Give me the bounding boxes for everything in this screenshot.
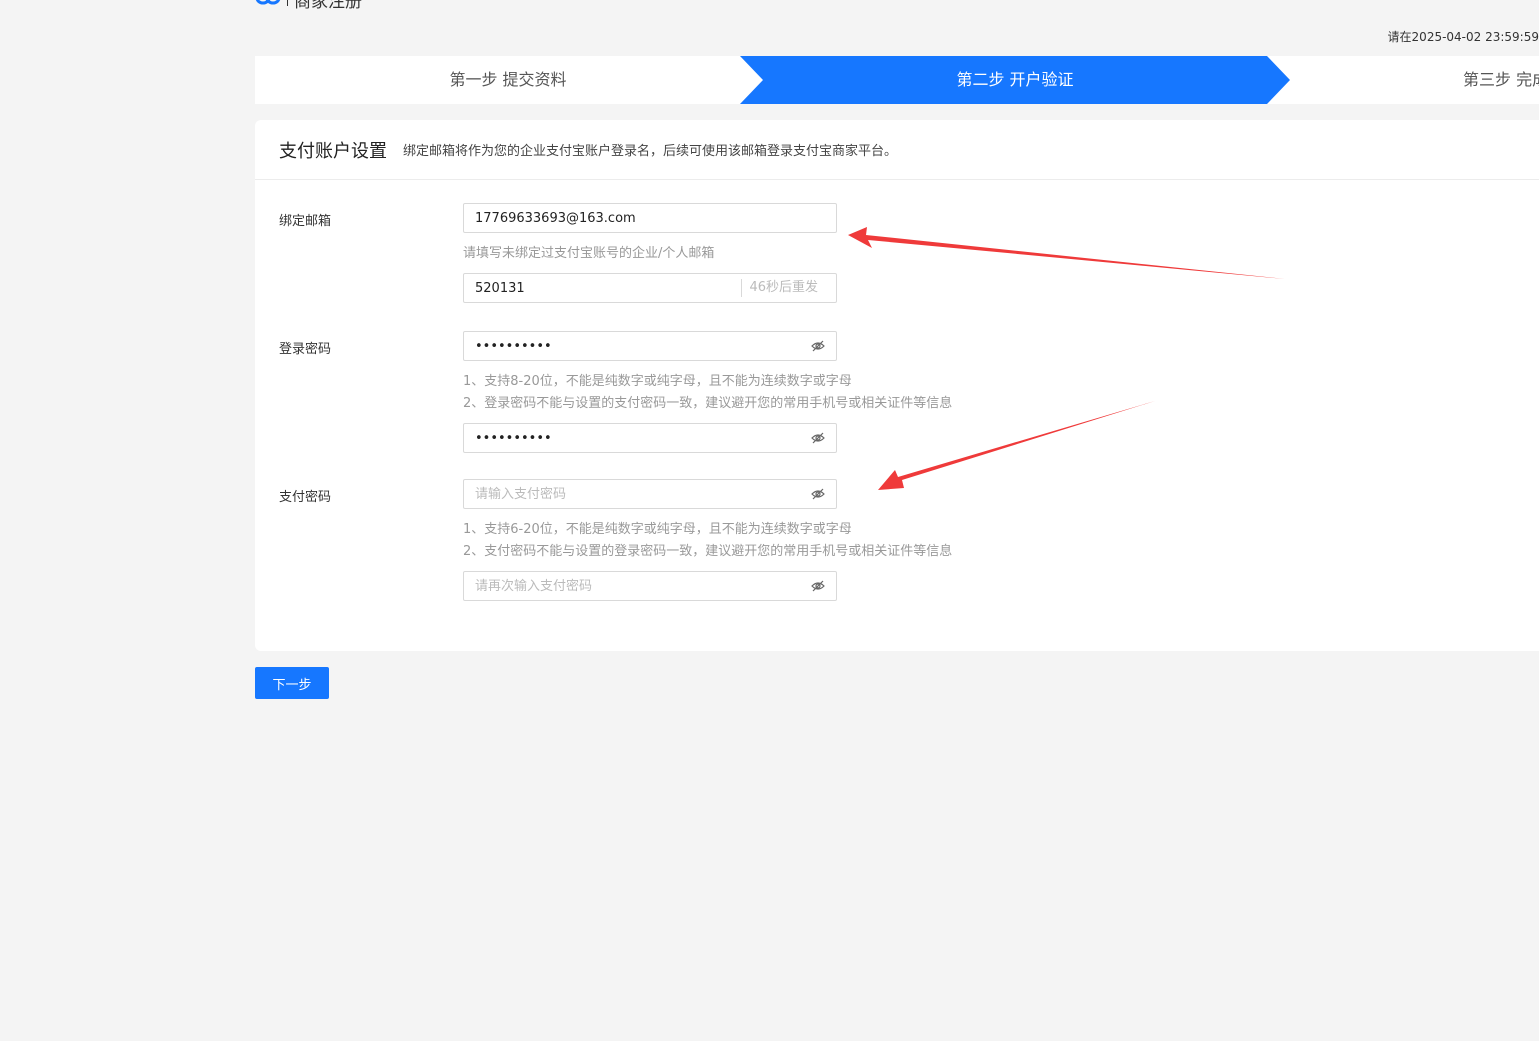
eye-off-icon[interactable] [810,338,826,354]
card-header: 支付账户设置 绑定邮箱将作为您的企业支付宝账户登录名，后续可使用该邮箱登录支付宝… [255,120,1539,180]
email-hint: 请填写未绑定过支付宝账号的企业/个人邮箱 [463,246,715,261]
step-3: 第三步 完成 [1463,70,1539,89]
resend-code-button[interactable]: 46秒后重发 [741,279,836,297]
alipay-logo-icon [255,0,281,11]
login-password-confirm-input[interactable] [464,424,810,452]
login-password-input[interactable] [464,332,810,360]
logo-divider [287,0,288,6]
pay-password-confirm-box [463,571,837,601]
account-settings-card: 支付账户设置 绑定邮箱将作为您的企业支付宝账户登录名，后续可使用该邮箱登录支付宝… [255,120,1539,651]
login-password-hint-1: 1、支持8-20位，不能是纯数字或纯字母，且不能为连续数字或字母 [463,374,852,389]
eye-off-icon[interactable] [810,430,826,446]
step-2-active: 第二步 开户验证 [956,70,1074,89]
pay-password-hint-2: 2、支付密码不能与设置的登录密码一致，建议避开您的常用手机号或相关证件等信息 [463,544,953,559]
deadline-text: 请在2025-04-02 23:59:59 [1387,30,1539,44]
email-field-box [463,203,837,233]
header-logo: 商家注册 [255,0,362,12]
eye-off-icon[interactable] [810,486,826,502]
email-input[interactable] [464,204,836,232]
step-progress-bar: 第一步 提交资料 第二步 开户验证 第三步 完成 [255,56,1539,104]
eye-off-icon[interactable] [810,578,826,594]
pay-password-input[interactable] [464,480,810,508]
verification-code-box: 46秒后重发 [463,273,837,303]
login-password-hint-2: 2、登录密码不能与设置的支付密码一致，建议避开您的常用手机号或相关证件等信息 [463,396,953,411]
verification-code-input[interactable] [464,274,742,302]
login-password-label: 登录密码 [279,342,332,357]
card-description: 绑定邮箱将作为您的企业支付宝账户登录名，后续可使用该邮箱登录支付宝商家平台。 [403,144,898,159]
pay-password-box [463,479,837,509]
email-label: 绑定邮箱 [279,214,332,229]
card-title: 支付账户设置 [279,140,387,162]
logo-title: 商家注册 [294,0,362,12]
pay-password-hint-1: 1、支持6-20位，不能是纯数字或纯字母，且不能为连续数字或字母 [463,522,852,537]
login-password-box [463,331,837,361]
pay-password-label: 支付密码 [279,490,332,505]
next-step-button[interactable]: 下一步 [255,667,329,699]
pay-password-confirm-input[interactable] [464,572,810,600]
step-1: 第一步 提交资料 [449,70,567,89]
login-password-confirm-box [463,423,837,453]
